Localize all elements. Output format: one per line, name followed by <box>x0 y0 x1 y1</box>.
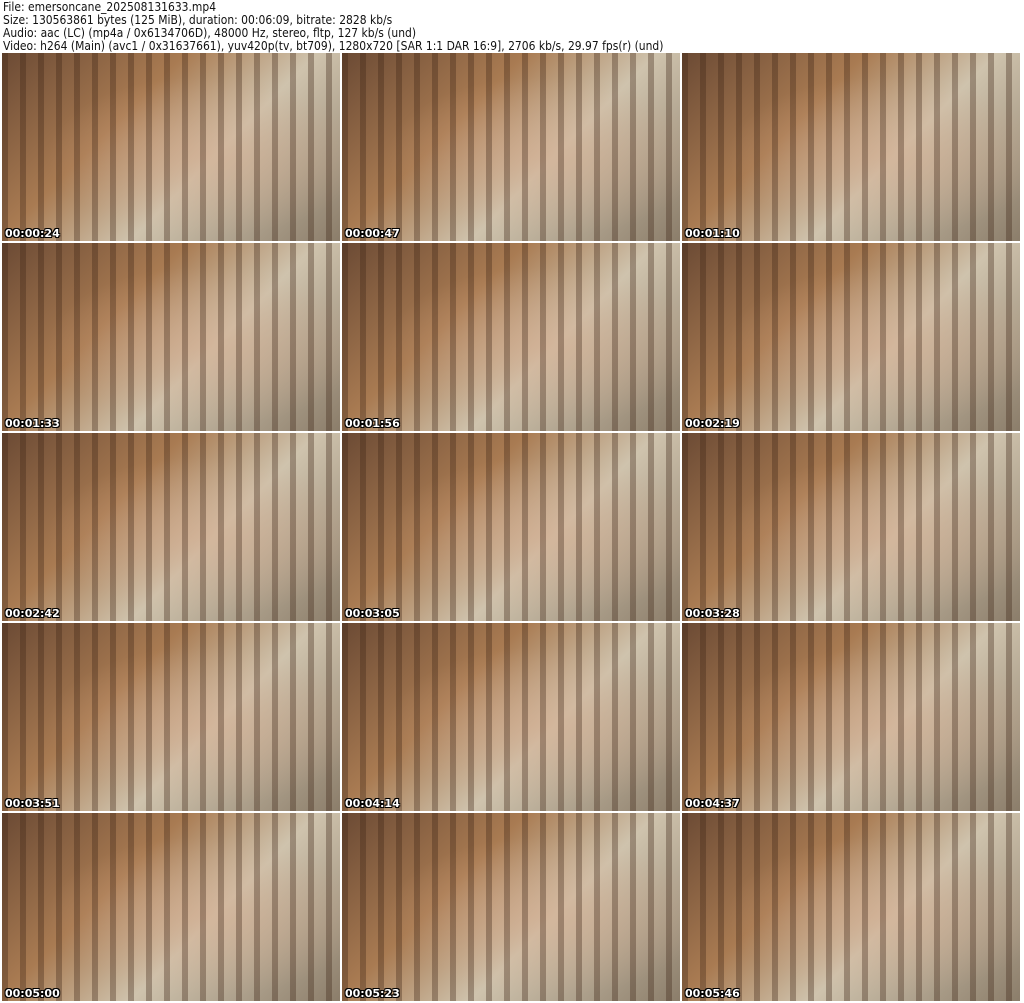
thumbnail-image <box>682 813 1020 1001</box>
thumbnail-image <box>2 813 340 1001</box>
video-thumbnail: 00:05:00 <box>2 813 340 1001</box>
thumbnail-image <box>342 53 680 241</box>
timestamp: 00:00:24 <box>5 227 60 240</box>
thumbnail-image <box>342 243 680 431</box>
video-thumbnail: 00:03:28 <box>682 433 1020 621</box>
timestamp: 00:01:33 <box>5 417 60 430</box>
video-thumbnail: 00:03:05 <box>342 433 680 621</box>
timestamp: 00:03:05 <box>345 607 400 620</box>
video-thumbnail: 00:04:37 <box>682 623 1020 811</box>
video-info: Video: h264 (Main) (avc1 / 0x31637661), … <box>3 38 664 53</box>
timestamp: 00:04:14 <box>345 797 400 810</box>
thumbnail-image <box>342 813 680 1001</box>
timestamp: 00:05:23 <box>345 987 400 1000</box>
video-thumbnail: 00:00:24 <box>2 53 340 241</box>
timestamp: 00:01:56 <box>345 417 400 430</box>
video-thumbnail: 00:03:51 <box>2 623 340 811</box>
video-thumbnail: 00:01:10 <box>682 53 1020 241</box>
video-thumbnail: 00:05:23 <box>342 813 680 1001</box>
video-thumbnail: 00:02:42 <box>2 433 340 621</box>
timestamp: 00:05:46 <box>685 987 740 1000</box>
thumbnail-image <box>2 433 340 621</box>
thumbnail-image <box>342 433 680 621</box>
thumbnail-image <box>2 623 340 811</box>
timestamp: 00:05:00 <box>5 987 60 1000</box>
video-thumbnail: 00:01:56 <box>342 243 680 431</box>
video-thumbnail: 00:00:47 <box>342 53 680 241</box>
timestamp: 00:02:42 <box>5 607 60 620</box>
thumbnail-image <box>2 53 340 241</box>
timestamp: 00:04:37 <box>685 797 740 810</box>
video-thumbnail: 00:01:33 <box>2 243 340 431</box>
timestamp: 00:03:28 <box>685 607 740 620</box>
video-thumbnail: 00:04:14 <box>342 623 680 811</box>
timestamp: 00:03:51 <box>5 797 60 810</box>
thumbnail-grid: 00:00:24 00:00:47 00:01:10 00:01:33 00:01:56… <box>2 53 1020 1001</box>
thumbnail-image <box>2 243 340 431</box>
video-thumbnail: 00:05:46 <box>682 813 1020 1001</box>
thumbnail-image <box>682 433 1020 621</box>
thumbnail-image <box>682 243 1020 431</box>
timestamp: 00:01:10 <box>685 227 740 240</box>
thumbnail-image <box>342 623 680 811</box>
thumbnail-image <box>682 623 1020 811</box>
timestamp: 00:00:47 <box>345 227 400 240</box>
timestamp: 00:02:19 <box>685 417 740 430</box>
video-thumbnail: 00:02:19 <box>682 243 1020 431</box>
file-info-header: File: emersoncane_202508131633.mp4 Size:… <box>3 0 663 52</box>
thumbnail-image <box>682 53 1020 241</box>
